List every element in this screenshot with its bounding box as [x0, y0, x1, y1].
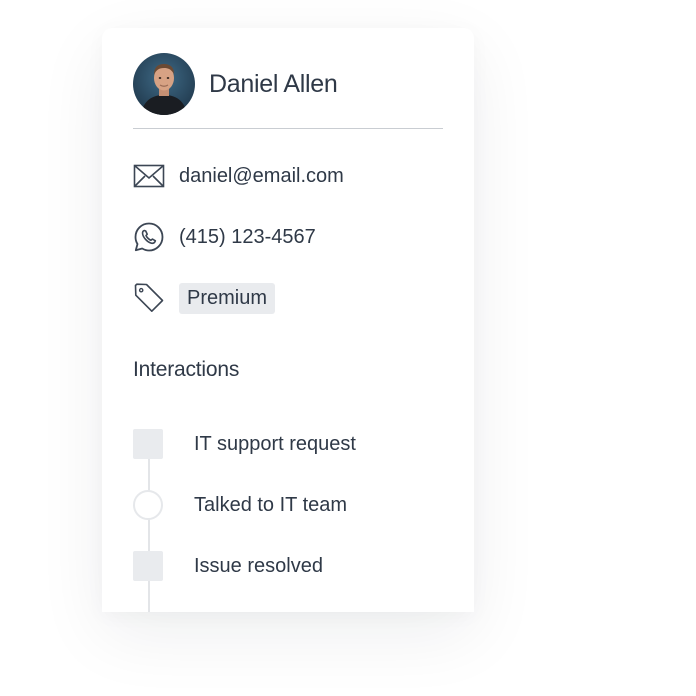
timeline-item[interactable]: Issue resolved — [133, 551, 323, 581]
timeline-item[interactable]: IT support request — [133, 429, 356, 459]
timeline-line — [148, 446, 150, 612]
email-text[interactable]: daniel@email.com — [179, 165, 344, 188]
header-divider — [133, 128, 443, 129]
timeline-item[interactable]: Talked to IT team — [133, 490, 347, 520]
whatsapp-icon — [133, 221, 165, 253]
email-row[interactable]: daniel@email.com — [133, 160, 344, 192]
envelope-icon — [133, 160, 165, 192]
phone-row[interactable]: (415) 123-4567 — [133, 221, 316, 253]
timeline-label: Issue resolved — [194, 554, 323, 577]
contact-name: Daniel Allen — [209, 69, 338, 98]
tag-icon — [133, 282, 165, 314]
canvas: Daniel Allen daniel@email.com (415) 123-… — [0, 0, 696, 696]
tag-badge[interactable]: Premium — [179, 282, 276, 314]
timeline-label: IT support request — [194, 432, 356, 455]
timeline-marker-circle — [133, 490, 163, 520]
timeline-marker-square — [133, 551, 163, 581]
phone-text[interactable]: (415) 123-4567 — [179, 226, 316, 249]
timeline-label: Talked to IT team — [194, 493, 348, 516]
interactions-title: Interactions — [133, 358, 240, 381]
avatar[interactable] — [133, 53, 195, 115]
contact-header: Daniel Allen — [133, 53, 338, 115]
timeline-marker-square — [133, 429, 163, 459]
contact-card: Daniel Allen daniel@email.com (415) 123-… — [102, 28, 474, 612]
tag-row: Premium — [133, 282, 276, 314]
